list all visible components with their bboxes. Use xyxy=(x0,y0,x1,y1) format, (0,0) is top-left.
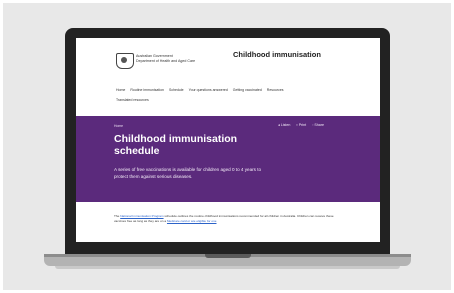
department-name: Department of Health and Aged Care xyxy=(136,59,196,63)
nav-item-getting-vaccinated[interactable]: Getting vaccinated xyxy=(233,88,262,92)
nav-item-translated-resources[interactable]: Translated resources xyxy=(116,98,149,102)
laptop-screen: Australian Government Department of Heal… xyxy=(76,38,380,242)
nav-item-routine-immunisation[interactable]: Routine immunisation xyxy=(130,88,164,92)
breadcrumb[interactable]: Home xyxy=(114,124,123,128)
main-navigation: Home Routine immunisation Schedule Your … xyxy=(116,88,356,102)
intro-paragraph: The National Immunisation Program schedu… xyxy=(114,214,342,224)
hero-banner: Home ◂ Listen ▪ Print ◦ Share Childhood … xyxy=(76,116,380,202)
listen-button[interactable]: ◂ Listen xyxy=(278,123,290,127)
print-label: Print xyxy=(298,123,307,127)
print-button[interactable]: ▪ Print xyxy=(296,123,306,127)
laptop-notch xyxy=(205,254,251,258)
page-description: A series of free vaccinations is availab… xyxy=(114,167,262,179)
nav-row-primary: Home Routine immunisation Schedule Your … xyxy=(116,88,356,92)
site-title[interactable]: Childhood immunisation xyxy=(233,50,321,60)
share-button[interactable]: ◦ Share xyxy=(312,123,324,127)
government-label: Australian Government Department of Heal… xyxy=(136,54,195,64)
nav-item-your-questions[interactable]: Your questions answered xyxy=(189,88,228,92)
listen-label: Listen xyxy=(280,123,291,127)
nav-item-resources[interactable]: Resources xyxy=(267,88,284,92)
medicare-link[interactable]: Medicare card or are eligible for one xyxy=(167,219,217,223)
laptop-shadow xyxy=(55,266,400,269)
nav-item-schedule[interactable]: Schedule xyxy=(169,88,184,92)
page-actions: ◂ Listen ▪ Print ◦ Share xyxy=(278,123,324,127)
nav-item-home[interactable]: Home xyxy=(116,88,125,92)
nip-link[interactable]: National Immunisation Program xyxy=(120,214,163,218)
nav-row-secondary: Translated resources xyxy=(116,98,356,102)
share-label: Share xyxy=(314,123,324,127)
government-crest-icon xyxy=(116,53,134,69)
page-title: Childhood immunisation schedule xyxy=(114,133,238,157)
site-header: Australian Government Department of Heal… xyxy=(76,38,380,84)
